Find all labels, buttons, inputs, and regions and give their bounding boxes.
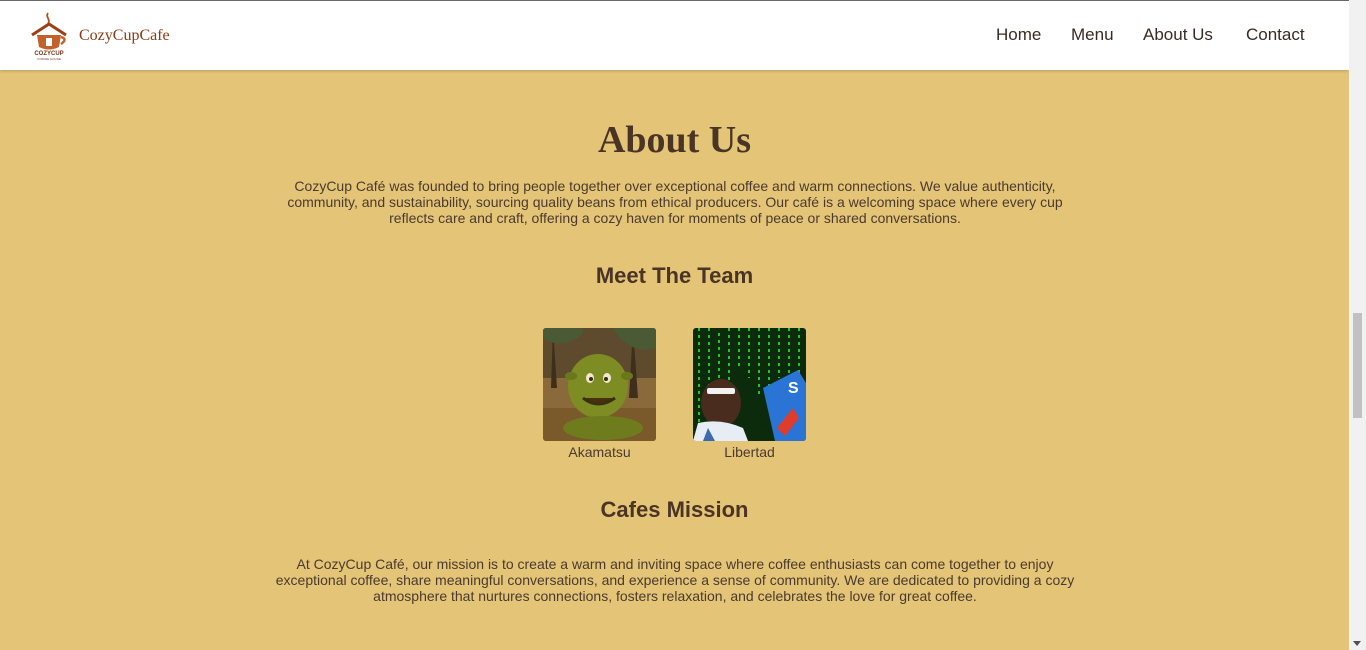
page-title: About Us xyxy=(597,119,752,161)
brand-name[interactable]: CozyCupCafe xyxy=(79,27,170,45)
site-header: COZYCUP COFFEE HOUSE CozyCupCafe Home Me… xyxy=(0,1,1349,70)
team-member-card: Akamatsu xyxy=(543,328,656,460)
nav-about-us[interactable]: About Us xyxy=(1143,25,1213,45)
vertical-scrollbar[interactable] xyxy=(1349,0,1366,650)
team-member-photo: S xyxy=(693,328,806,441)
about-intro-text: CozyCup Café was founded to bring people… xyxy=(287,178,1063,226)
scroll-down-arrow-icon[interactable] xyxy=(1353,641,1361,646)
team-heading: Meet The Team xyxy=(595,263,754,288)
team-member-name: Libertad xyxy=(724,444,775,460)
svg-text:S: S xyxy=(788,380,799,397)
svg-text:COFFEE HOUSE: COFFEE HOUSE xyxy=(37,57,61,61)
nav-menu[interactable]: Menu xyxy=(1071,25,1114,45)
nav-home[interactable]: Home xyxy=(996,25,1041,45)
nav-contact[interactable]: Contact xyxy=(1246,25,1305,45)
team-member-card: S Libertad xyxy=(693,328,806,460)
mission-text: At CozyCup Café, our mission is to creat… xyxy=(275,556,1075,604)
main-content: About Us CozyCup Café was founded to bri… xyxy=(0,70,1349,650)
team-member-name: Akamatsu xyxy=(568,444,631,460)
mission-heading: Cafes Mission xyxy=(600,497,749,522)
cozycup-logo[interactable]: COZYCUP COFFEE HOUSE xyxy=(28,11,70,61)
scrollbar-thumb[interactable] xyxy=(1353,313,1362,418)
team-member-photo xyxy=(543,328,656,441)
